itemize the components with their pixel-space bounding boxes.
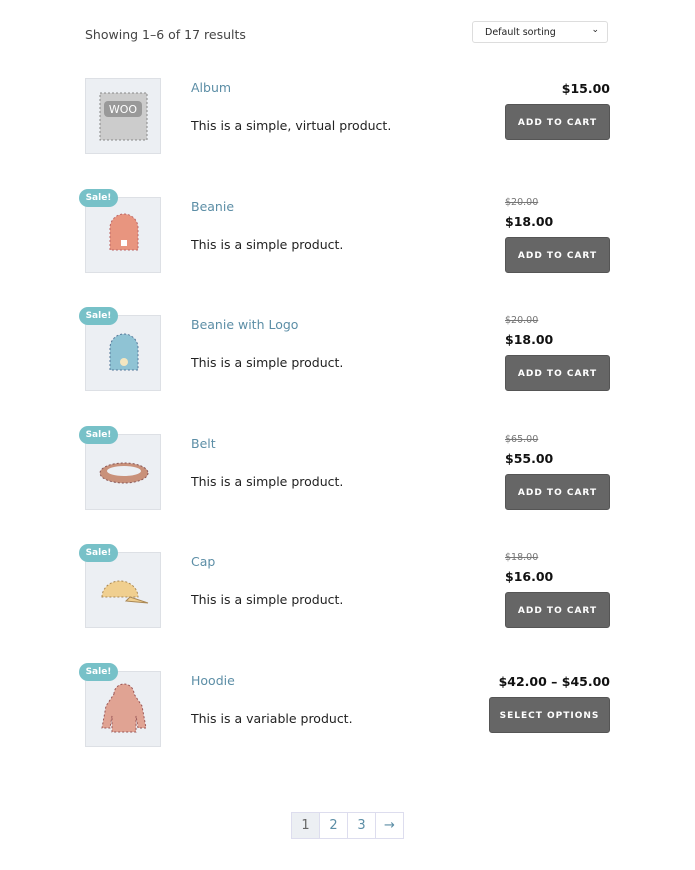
sale-badge: Sale! [79,663,118,681]
page-2[interactable]: 2 [319,813,347,838]
sale-badge: Sale! [79,307,118,325]
sale-price: $42.00 – $45.00 [498,674,610,689]
product-image[interactable] [85,671,161,747]
page-1: 1 [292,813,319,838]
pagination: 1 2 3 → [291,812,404,839]
sale-price: $55.00 [505,451,554,466]
product-title-link[interactable]: Cap [191,554,215,569]
page-3[interactable]: 3 [347,813,375,838]
product-image[interactable] [85,315,161,391]
product-title-link[interactable]: Beanie [191,199,234,214]
regular-price: $65.00 [505,434,539,445]
product-title-link[interactable]: Beanie with Logo [191,317,298,332]
results-count: Showing 1–6 of 17 results [85,27,246,42]
product-row: WOO Album This is a simple, virtual produc… [0,78,695,188]
sale-price: $15.00 [561,81,610,96]
product-title-link[interactable]: Hoodie [191,673,235,688]
product-description: This is a simple product. [191,592,344,607]
regular-price: $20.00 [505,315,539,326]
beanie-image [109,213,139,251]
shop-page: Showing 1–6 of 17 results Default sortin… [0,0,695,870]
product-description: This is a variable product. [191,711,353,726]
sorting-select[interactable]: Default sorting ⌄ [472,21,608,43]
product-row: Sale! Beanie This is a simple product. $20.… [0,189,695,307]
product-row: Sale! Cap This is a simple product. $18.00 $… [0,544,695,662]
add-to-cart-button[interactable]: ADD TO CART [505,474,610,510]
add-to-cart-button[interactable]: ADD TO CART [505,592,610,628]
sale-price: $18.00 [505,214,554,229]
cap-image [101,580,149,604]
product-row: Sale! Beanie with Logo This is a simple pr… [0,307,695,425]
regular-price: $18.00 [505,552,539,563]
hoodie-image [101,683,147,733]
add-to-cart-button[interactable]: ADD TO CART [505,104,610,140]
product-description: This is a simple product. [191,237,344,252]
product-description: This is a simple product. [191,355,344,370]
product-image[interactable] [85,552,161,628]
sorting-value: Default sorting [485,27,556,38]
product-title-link[interactable]: Belt [191,436,216,451]
sale-badge: Sale! [79,426,118,444]
sale-price: $16.00 [505,569,554,584]
product-description: This is a simple, virtual product. [191,118,392,133]
chevron-down-icon: ⌄ [591,25,599,35]
product-row: Sale! Hoodie This is a variable product. $4… [0,663,695,781]
svg-text:WOO: WOO [109,103,138,116]
add-to-cart-button[interactable]: ADD TO CART [505,355,610,391]
add-to-cart-button[interactable]: ADD TO CART [505,237,610,273]
beanie-logo-image [109,333,139,371]
select-options-button[interactable]: SELECT OPTIONS [489,697,610,733]
product-row: Sale! Belt This is a simple product. $65.00… [0,426,695,544]
regular-price: $20.00 [505,197,539,208]
sale-badge: Sale! [79,544,118,562]
album-image: WOO [99,92,148,141]
product-image[interactable] [85,434,161,510]
product-title-link[interactable]: Album [191,80,231,95]
product-image[interactable]: WOO [85,78,161,154]
product-image[interactable] [85,197,161,273]
next-page-arrow-icon[interactable]: → [375,813,403,838]
sale-badge: Sale! [79,189,118,207]
belt-image [99,462,149,484]
sale-price: $18.00 [505,332,554,347]
product-description: This is a simple product. [191,474,344,489]
